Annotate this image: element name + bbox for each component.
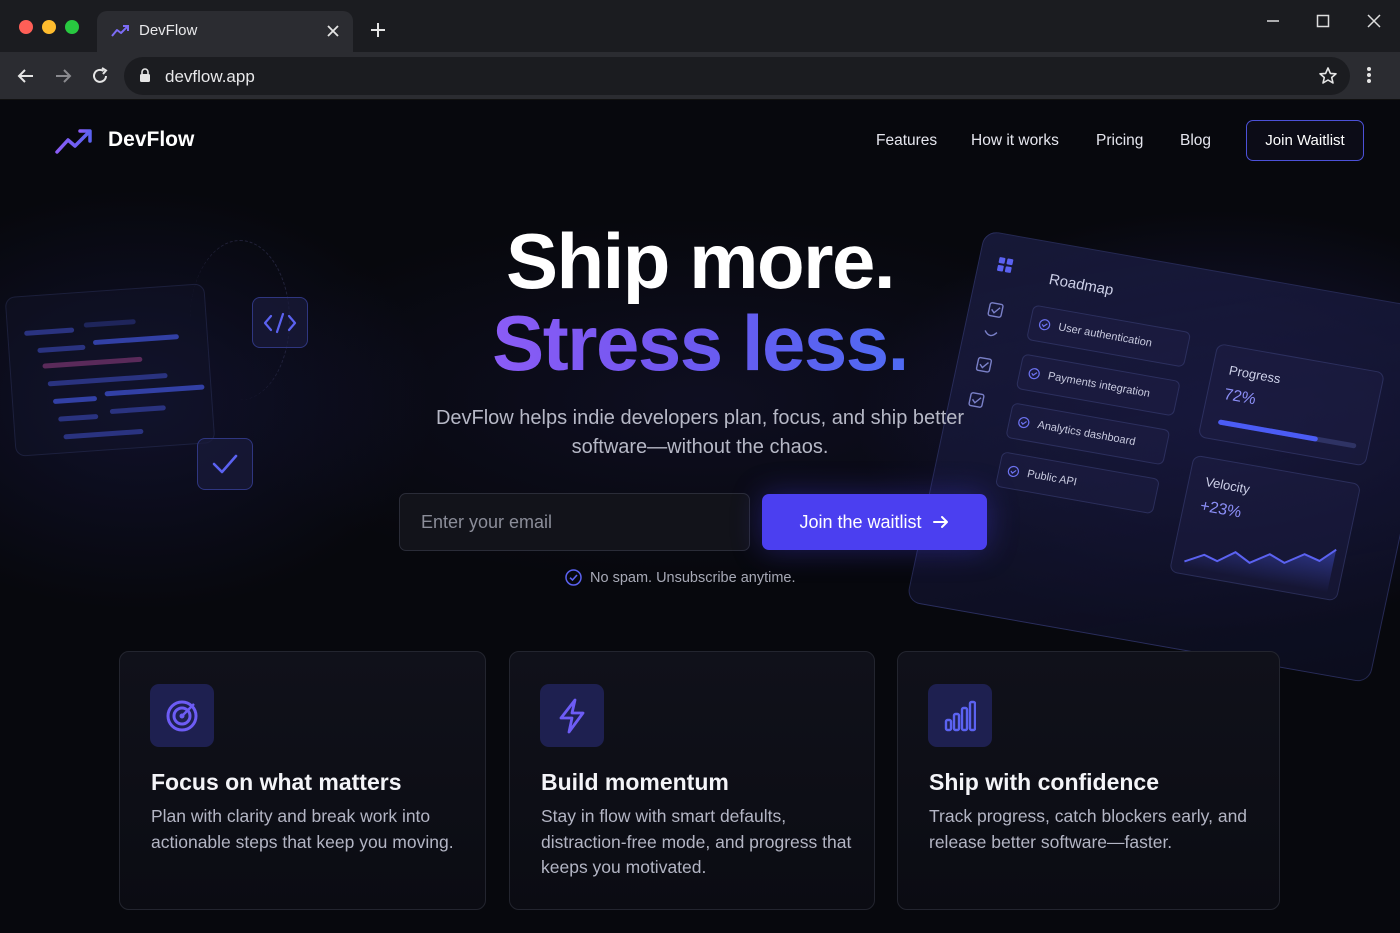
feature-title: Focus on what matters <box>151 769 402 795</box>
nav-link-features[interactable]: Features <box>876 132 937 150</box>
cta-label: Join the waitlist <box>799 511 922 532</box>
minimize-icon[interactable] <box>1265 13 1281 29</box>
progress-value: 72% <box>1222 386 1258 409</box>
maximize-icon[interactable] <box>1315 13 1331 29</box>
target-icon <box>150 684 214 747</box>
forward-arrow-icon[interactable] <box>53 66 73 86</box>
hero-headline-gradient-text: Stress less. <box>492 299 909 387</box>
maximize-window-dot[interactable] <box>65 20 79 34</box>
no-spam-note: No spam. Unsubscribe anytime. <box>565 569 796 586</box>
roadmap-item-label: Analytics dashboard <box>1036 419 1137 449</box>
lock-icon <box>140 68 150 82</box>
address-bar[interactable]: devflow.app <box>124 57 1350 95</box>
arrow-right-icon <box>932 516 948 528</box>
minimize-window-dot[interactable] <box>42 20 56 34</box>
velocity-sparkline <box>1183 548 1337 593</box>
nav-link-how-it-works[interactable]: How it works <box>971 132 1059 150</box>
back-arrow-icon[interactable] <box>16 66 36 86</box>
bar-chart-icon <box>928 684 992 747</box>
feature-card: Ship with confidence Track progress, cat… <box>897 651 1280 910</box>
close-window-dot[interactable] <box>19 20 33 34</box>
hero-subtitle: DevFlow helps indie developers plan, foc… <box>435 407 965 458</box>
join-waitlist-button[interactable]: Join Waitlist <box>1246 120 1364 161</box>
feature-description: Stay in flow with smart defaults, distra… <box>541 806 852 877</box>
brand-logo-icon[interactable] <box>55 128 93 156</box>
new-tab-icon[interactable] <box>368 20 388 40</box>
progress-bar <box>1217 419 1357 449</box>
hero-headline-accent: Stress less. <box>0 304 1400 382</box>
nav-link-blog[interactable]: Blog <box>1180 132 1211 150</box>
menu-kebab-icon[interactable] <box>1366 65 1372 85</box>
close-icon[interactable] <box>325 23 341 39</box>
reload-icon[interactable] <box>90 66 110 86</box>
feature-title: Build momentum <box>541 769 729 795</box>
browser-tab-bar: DevFlow <box>0 0 1400 52</box>
feature-card: Build momentum Stay in flow with smart d… <box>509 651 875 910</box>
velocity-card: Velocity +23% <box>1168 454 1362 602</box>
roadmap-item: Public API <box>994 451 1161 515</box>
checkmark-icon <box>197 438 253 490</box>
bookmark-star-icon[interactable] <box>1318 66 1338 86</box>
email-input[interactable] <box>399 493 750 551</box>
join-the-waitlist-button[interactable]: Join the waitlist <box>762 494 987 550</box>
check-circle-icon <box>1018 416 1030 429</box>
feature-title: Ship with confidence <box>929 769 1160 795</box>
browser-toolbar: devflow.app <box>0 52 1400 100</box>
no-spam-text: No spam. Unsubscribe anytime. <box>590 569 796 586</box>
nav-link-pricing[interactable]: Pricing <box>1096 132 1143 150</box>
browser-tab[interactable]: DevFlow <box>97 11 353 52</box>
hero-headline-primary: Ship more. <box>505 217 896 305</box>
feature-description: Track progress, catch blockers early, an… <box>929 806 1248 852</box>
velocity-label: Velocity <box>1203 474 1252 497</box>
brand-name[interactable]: DevFlow <box>108 128 194 152</box>
roadmap-item-label: Public API <box>1025 468 1078 489</box>
landing-page: DevFlow Features How it works Pricing Bl… <box>0 100 1400 933</box>
lightning-icon <box>540 684 604 747</box>
check-circle-icon <box>565 569 582 586</box>
tab-title: DevFlow <box>139 22 198 39</box>
trend-up-icon <box>111 25 129 37</box>
feature-card: Focus on what matters Plan with clarity … <box>119 651 486 910</box>
progress-bar-fill <box>1217 419 1319 442</box>
window-close-icon[interactable] <box>1366 13 1382 29</box>
velocity-value: +23% <box>1198 497 1243 522</box>
feature-description: Plan with clarity and break work into ac… <box>151 806 454 852</box>
check-circle-icon <box>1007 465 1020 478</box>
url-text: devflow.app <box>165 67 255 86</box>
